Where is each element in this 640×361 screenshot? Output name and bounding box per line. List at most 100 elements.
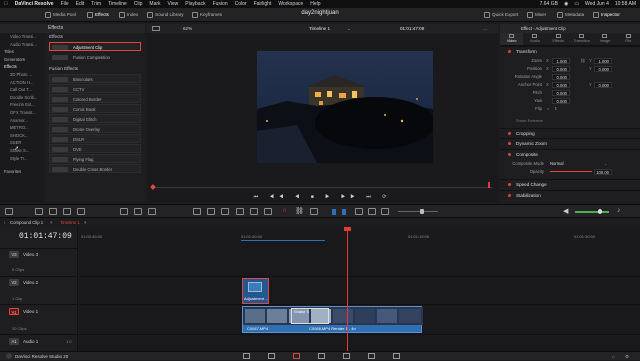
rotation-field[interactable]: 0.000 [552,73,570,80]
metadata-button[interactable]: Metadata [557,11,584,19]
position-y-field[interactable]: 0.000 [594,65,612,72]
tree-item[interactable]: Video Transi... [0,33,45,41]
speaker-icon[interactable]: ◀ [563,207,568,215]
overwrite-clip-icon[interactable] [134,208,142,215]
menu-file[interactable]: File [61,0,69,8]
tab-transition[interactable]: Transition [570,33,593,45]
menu-edit[interactable]: Edit [76,0,85,8]
effect-item[interactable]: CCTV [49,84,141,93]
source-overwrite-icon[interactable] [264,208,272,215]
go-to-start-icon[interactable]: ⏮ [254,194,264,200]
back-arrow-icon[interactable]: ‹ [4,218,5,227]
memory-status[interactable]: 7.64 GB [540,0,558,8]
menu-clip[interactable]: Clip [134,0,143,8]
position-lock-icon[interactable] [310,208,318,215]
menu-playback[interactable]: Playback [185,0,205,8]
tree-item[interactable]: Doodle Scrib... [0,94,45,102]
in-point-marker[interactable] [150,184,156,190]
chevron-down-icon[interactable]: ⌄ [347,24,351,33]
close-icon[interactable]: × [84,218,87,227]
scrub-bar[interactable] [152,187,493,188]
effect-item[interactable]: Flying Flag [49,154,141,163]
append-icon[interactable] [236,208,244,215]
tree-item[interactable]: SSER [0,139,45,147]
track-name[interactable]: Audio 1 [23,339,38,344]
tree-item[interactable]: Titles [0,48,45,56]
track-name[interactable]: Video 3 [23,252,38,257]
menu-color[interactable]: Color [235,0,247,8]
timeline-ruler[interactable]: 01:00:45:00 01:01:00:00 01:01:15:00 01:0… [79,227,640,241]
play-icon[interactable]: ▶ [325,194,334,200]
effect-item[interactable]: Comic Book [49,104,141,113]
tree-item[interactable]: 3D Photo ... [0,71,45,79]
zoom-slider[interactable] [398,211,438,212]
tree-item[interactable]: ACTION H... [0,79,45,87]
marker-icon[interactable] [342,209,346,215]
ripple-icon[interactable] [221,208,229,215]
volume-slider[interactable] [575,211,609,213]
zoom-slider-handle[interactable] [420,209,424,214]
opacity-field[interactable]: 100.00 [594,168,612,175]
timeline-selector[interactable]: Timeline 1 [309,24,330,33]
favorites-item[interactable]: Favorites [0,168,45,176]
playhead-handle[interactable] [344,227,351,231]
media-page-icon[interactable] [243,353,250,359]
tree-item[interactable]: Audio Transi... [0,41,45,49]
dynamic-trim-icon[interactable] [77,208,85,215]
snapping-icon[interactable]: ∩ [282,207,287,214]
layout-icon[interactable] [5,208,13,215]
tab-timeline-1[interactable]: Timeline 1 [60,218,80,227]
timeline-playhead[interactable] [347,227,348,351]
fast-forward-icon[interactable]: ▶▶ [341,194,360,200]
tree-item-effects[interactable]: Effects [0,63,45,71]
flip-horizontal-icon[interactable]: ⇔ [546,105,550,112]
anchor-y-field[interactable]: 0.000 [594,81,612,88]
edit-page-icon[interactable] [293,353,300,359]
tree-item[interactable]: Anamor... [0,117,45,125]
composite-mode-dropdown[interactable]: Normal [550,160,564,167]
section-enabled-icon[interactable] [508,50,511,53]
opacity-slider[interactable] [550,171,592,172]
viewer-playhead[interactable] [488,182,490,188]
tab-compound-clip[interactable]: Compound Clip 1 [10,218,43,227]
flip-vertical-icon[interactable]: ⇕ [554,105,558,112]
link-icon[interactable]: ⛓ [580,57,585,64]
effect-item[interactable]: DSLR [49,134,141,143]
track-v1[interactable]: V1 Video 1 20 Clips [0,304,78,334]
zoom-y-field[interactable]: 1.000 [594,57,612,64]
zoom-full-icon[interactable] [355,208,363,215]
track-id-badge[interactable]: V3 [9,251,19,258]
close-icon[interactable]: × [50,218,53,227]
insert-clip-icon[interactable] [120,208,128,215]
fusion-page-icon[interactable] [318,353,325,359]
section-enabled-icon[interactable] [508,142,511,145]
menu-view[interactable]: View [168,0,179,8]
tab-image[interactable]: Image [593,33,616,45]
tree-item[interactable]: METRO... [0,124,45,132]
volume-handle[interactable] [598,209,602,214]
tree-item[interactable]: Generators [0,56,45,64]
effect-item[interactable]: Drone Overlay [49,124,141,133]
quick-export-button[interactable]: Quick Export [484,11,518,19]
zoom-detail-icon[interactable] [368,208,376,215]
track-id-badge[interactable]: A1 [9,338,19,345]
tab-file[interactable]: File [617,33,640,45]
section-transform[interactable]: Transform [500,46,640,55]
menu-help[interactable]: Help [310,0,320,8]
tree-item[interactable]: Shake S... [0,147,45,155]
menu-timeline[interactable]: Timeline [108,0,127,8]
track-v2[interactable]: V2 Video 2 1 Clip [0,276,78,304]
section-composite[interactable]: Composite [500,149,640,158]
cut-page-icon[interactable] [268,353,275,359]
blade-tool-icon[interactable] [63,208,71,215]
video-clip-strip[interactable]: Shake S C0067.MP4 C0068.MP4 Render 1 - 4… [242,306,423,333]
wifi-icon[interactable]: ◉ [564,0,568,8]
color-page-icon[interactable] [343,353,350,359]
time-display[interactable]: 10:58 AM [615,0,636,8]
effect-fusion-composition[interactable]: Fusion Composition [49,52,141,61]
zoom-level[interactable]: 62% [183,24,192,33]
adjustment-clip[interactable]: Adjustment ... [242,278,269,304]
track-name[interactable]: Video 2 [23,280,38,285]
play-reverse-icon[interactable]: ◀ [295,194,304,200]
viewer-layout-icon[interactable] [152,26,160,31]
